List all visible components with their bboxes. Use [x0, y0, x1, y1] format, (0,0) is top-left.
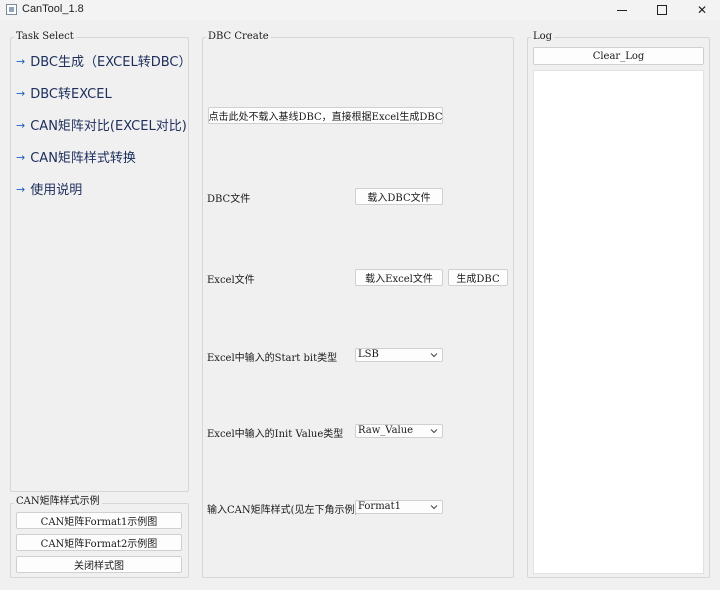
init-value-type-value: Raw_Value: [358, 425, 414, 436]
matrix-format-label: 输入CAN矩阵样式(见左下角示例): [207, 505, 359, 516]
load-excel-button[interactable]: 载入Excel文件: [355, 269, 443, 286]
app-icon: [6, 4, 17, 15]
chevron-down-icon: [430, 353, 438, 358]
task-item-label: CAN矩阵对比(EXCEL对比): [30, 119, 187, 134]
format2-example-button[interactable]: CAN矩阵Format2示例图: [16, 534, 182, 551]
minimize-icon: [617, 9, 627, 11]
task-item-can-compare[interactable]: → CAN矩阵对比(EXCEL对比): [16, 119, 187, 136]
init-value-type-label: Excel中输入的Init Value类型: [207, 429, 344, 440]
task-select-group: [10, 37, 189, 492]
start-bit-type-select[interactable]: LSB: [355, 348, 443, 362]
task-item-label: CAN矩阵样式转换: [30, 151, 136, 166]
task-select-title: Task Select: [14, 31, 76, 43]
arrow-icon: →: [16, 183, 26, 196]
task-item-label: 使用说明: [30, 183, 83, 198]
matrix-format-value: Format1: [358, 501, 402, 512]
window-title: CanTool_1.8: [22, 3, 84, 15]
arrow-icon: →: [16, 119, 26, 132]
task-item-format-convert[interactable]: → CAN矩阵样式转换: [16, 151, 136, 168]
arrow-icon: →: [16, 151, 26, 164]
task-item-instructions[interactable]: → 使用说明: [16, 183, 83, 200]
task-item-label: DBC生成（EXCEL转DBC）: [30, 55, 192, 70]
init-value-type-select[interactable]: Raw_Value: [355, 424, 443, 438]
chevron-down-icon: [430, 429, 438, 434]
close-example-button[interactable]: 关闭样式图: [16, 556, 182, 573]
start-bit-type-label: Excel中输入的Start bit类型: [207, 353, 338, 364]
format-example-title: CAN矩阵样式示例: [14, 496, 102, 508]
log-title: Log: [531, 31, 555, 43]
excel-file-label: Excel文件: [207, 275, 255, 286]
close-button[interactable]: ✕: [686, 0, 718, 20]
maximize-button[interactable]: [646, 0, 678, 20]
task-item-dbc-to-excel[interactable]: → DBC转EXCEL: [16, 87, 112, 104]
log-output[interactable]: [533, 70, 704, 574]
task-item-dbc-create[interactable]: → DBC生成（EXCEL转DBC）: [16, 55, 192, 72]
arrow-icon: →: [16, 87, 26, 100]
chevron-down-icon: [430, 505, 438, 510]
task-item-label: DBC转EXCEL: [30, 87, 112, 102]
generate-dbc-button[interactable]: 生成DBC: [448, 269, 508, 286]
arrow-icon: →: [16, 55, 26, 68]
maximize-icon: [657, 5, 667, 15]
dbc-create-title: DBC Create: [206, 31, 271, 43]
load-dbc-button[interactable]: 载入DBC文件: [355, 188, 443, 205]
minimize-button[interactable]: [606, 0, 638, 20]
no-baseline-generate-button[interactable]: 点击此处不载入基线DBC，直接根据Excel生成DBC: [208, 107, 443, 124]
start-bit-type-value: LSB: [358, 349, 379, 360]
close-icon: ✕: [696, 3, 708, 17]
clear-log-button[interactable]: Clear_Log: [533, 47, 704, 65]
matrix-format-select[interactable]: Format1: [355, 500, 443, 514]
dbc-file-label: DBC文件: [207, 194, 251, 205]
format1-example-button[interactable]: CAN矩阵Format1示例图: [16, 512, 182, 529]
